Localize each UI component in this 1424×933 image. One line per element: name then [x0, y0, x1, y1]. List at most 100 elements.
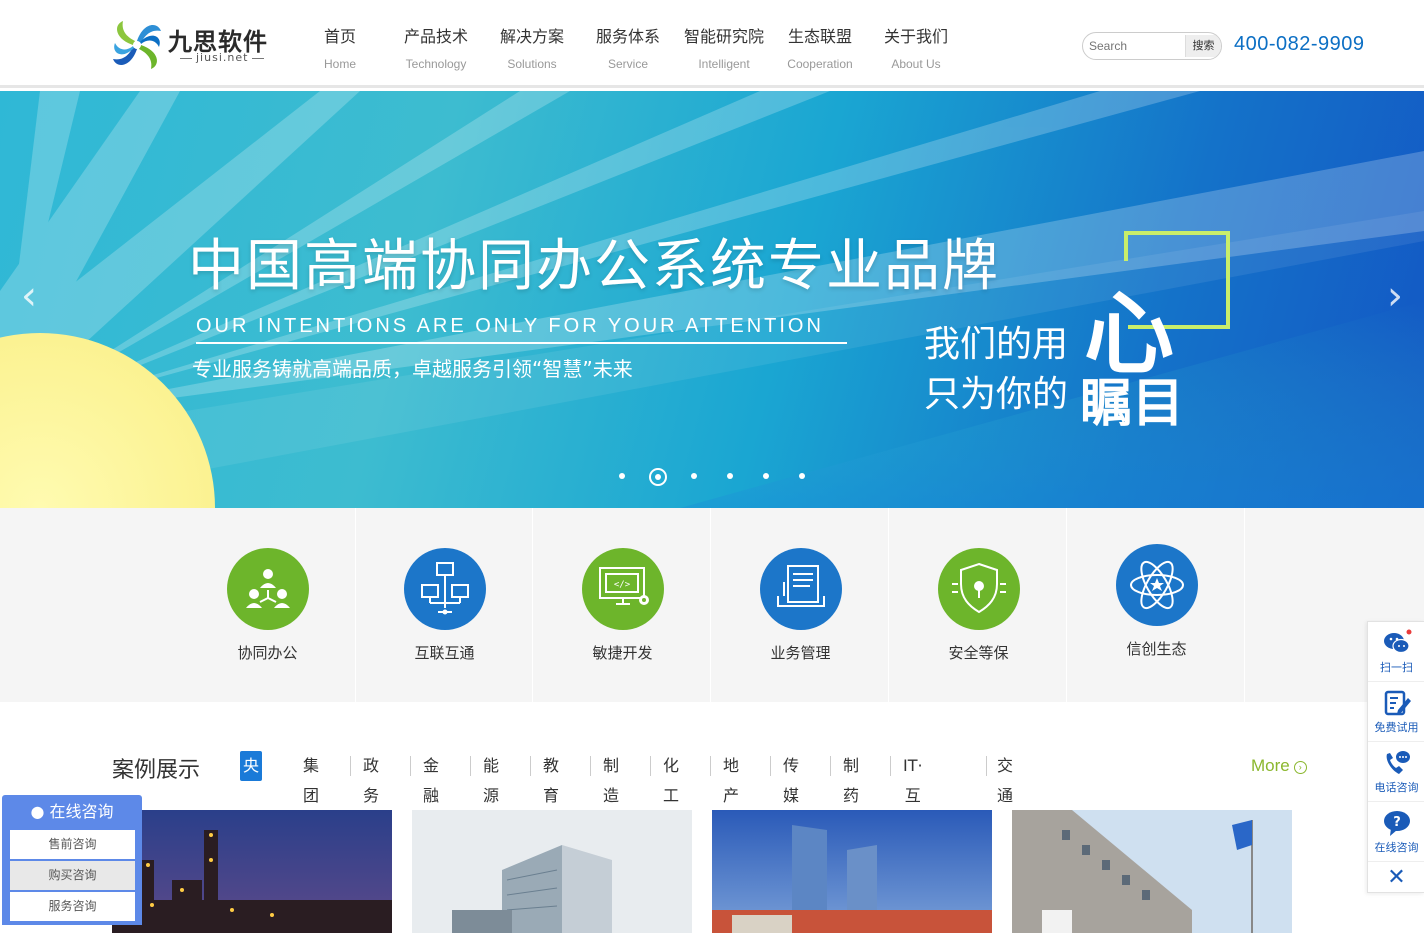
- feature-label: 敏捷开发: [592, 644, 653, 662]
- consult-service[interactable]: 服务咨询: [10, 892, 135, 921]
- banner-slogan-line2: 只为你的: [924, 374, 1069, 415]
- nav-item-service[interactable]: 服务体系 Service: [580, 22, 676, 76]
- tab-separator: [650, 756, 651, 776]
- nav-item-solutions[interactable]: 解决方案 Solutions: [484, 22, 580, 76]
- search-input[interactable]: [1083, 33, 1185, 59]
- consult-header[interactable]: ● 在线咨询: [2, 795, 142, 829]
- case-image-office-building[interactable]: [412, 810, 692, 933]
- tab-chemical[interactable]: 化工: [660, 751, 682, 805]
- tab-education[interactable]: 教育: [540, 751, 562, 805]
- tab-separator: [830, 756, 831, 776]
- svg-text:?: ?: [1393, 815, 1401, 830]
- nav-label-en: Solutions: [507, 57, 557, 71]
- tab-pharma[interactable]: 制药: [840, 751, 862, 805]
- feature-agile-dev[interactable]: </> 敏捷开发: [534, 508, 711, 702]
- float-label: 在线咨询: [1374, 841, 1419, 854]
- feature-label: 安全等保: [948, 644, 1009, 662]
- nav-label-en: Intelligent: [698, 57, 750, 71]
- nav-item-intelligent[interactable]: 智能研究院 Intelligent: [676, 22, 772, 76]
- banner-headline: 中国高端协同办公系统专业品牌: [188, 234, 1000, 299]
- tab-it-internet[interactable]: IT·互联网: [900, 751, 926, 865]
- tab-media[interactable]: 传媒: [780, 751, 802, 805]
- search-button[interactable]: 搜索: [1185, 35, 1221, 57]
- svg-text:</>: </>: [614, 580, 631, 590]
- feature-xinchuang[interactable]: 信创生态: [1068, 508, 1245, 702]
- slide-dot-3[interactable]: [691, 473, 697, 479]
- nav-label-cn: 服务体系: [595, 27, 660, 46]
- hotline-number: 400-082-9909: [1234, 33, 1365, 55]
- float-free-trial[interactable]: 免费试用: [1368, 682, 1424, 742]
- tab-transport[interactable]: 交通: [994, 751, 1016, 805]
- search-box: 搜索: [1082, 32, 1222, 60]
- close-icon[interactable]: ✕: [1368, 862, 1424, 894]
- tab-central-enterprise[interactable]: 央企: [240, 751, 263, 805]
- tab-separator: [890, 756, 891, 776]
- case-image-towers[interactable]: [712, 810, 992, 933]
- consult-presales[interactable]: 售前咨询: [10, 830, 135, 859]
- site-logo[interactable]: 九思软件 jiusi.net: [110, 16, 280, 76]
- banner-pagination: [612, 465, 812, 489]
- slide-dot-1[interactable]: [619, 473, 625, 479]
- float-label: 电话咨询: [1374, 781, 1419, 794]
- nav-label-en: Home: [323, 57, 356, 71]
- banner-divider: [196, 342, 847, 344]
- people-network-icon: [227, 548, 309, 630]
- more-label: More: [1251, 756, 1290, 775]
- shield-icon: [938, 548, 1020, 630]
- slide-dot-2[interactable]: [649, 468, 667, 486]
- slide-dot-6[interactable]: [799, 473, 805, 479]
- banner-subtitle: 专业服务铸就高端品质，卓越服务引领“智慧”未来: [192, 357, 633, 381]
- feature-business-mgmt[interactable]: 业务管理: [712, 508, 889, 702]
- cases-more-link[interactable]: More ›: [1251, 756, 1307, 776]
- tab-separator: [350, 756, 351, 776]
- feature-interconnect[interactable]: 互联互通: [356, 508, 533, 702]
- float-scan[interactable]: 扫一扫: [1368, 622, 1424, 682]
- case-image-government-hall[interactable]: [1012, 810, 1292, 933]
- tab-separator: [986, 756, 987, 776]
- cases-section-title: 案例展示: [112, 758, 201, 783]
- float-online-consult[interactable]: ? 在线咨询: [1368, 802, 1424, 862]
- nav-label-cn: 关于我们: [883, 27, 948, 46]
- tab-separator: [410, 756, 411, 776]
- feature-label: 业务管理: [770, 644, 831, 662]
- nav-label-cn: 解决方案: [499, 27, 564, 46]
- banner-slogan-line1: 我们的用: [924, 324, 1069, 365]
- question-bubble-icon: ?: [1384, 811, 1410, 836]
- right-float-toolbar: 扫一扫 免费试用 电话咨询 ? 在线咨询 ✕: [1367, 621, 1424, 893]
- banner-next-arrow-icon[interactable]: ›: [1380, 276, 1410, 316]
- hero-banner: 中国高端协同办公系统专业品牌 OUR INTENTIONS ARE ONLY F…: [0, 91, 1424, 508]
- code-monitor-icon: </>: [582, 548, 664, 630]
- float-phone[interactable]: 电话咨询: [1368, 742, 1424, 802]
- tab-separator: [590, 756, 591, 776]
- site-header: 九思软件 jiusi.net 首页 Home 产品技术 Technology 解…: [0, 0, 1424, 88]
- nav-item-cooperation[interactable]: 生态联盟 Cooperation: [772, 22, 868, 76]
- nav-item-about[interactable]: 关于我们 About Us: [868, 22, 964, 76]
- document-tray-icon: [760, 548, 842, 630]
- consult-title: 在线咨询: [49, 802, 114, 821]
- float-label: 免费试用: [1374, 721, 1419, 734]
- banner-prev-arrow-icon[interactable]: ‹: [14, 276, 44, 316]
- nav-item-technology[interactable]: 产品技术 Technology: [388, 22, 484, 76]
- phone-chat-icon: [1386, 751, 1410, 774]
- nav-item-home[interactable]: 首页 Home: [292, 22, 388, 76]
- tab-real-estate[interactable]: 地产: [720, 751, 742, 805]
- case-image-power-plant[interactable]: [112, 810, 392, 933]
- tab-energy[interactable]: 能源: [480, 751, 502, 805]
- nav-label-en: Cooperation: [787, 57, 853, 71]
- tab-manufacturing[interactable]: 制造: [600, 751, 622, 805]
- slide-dot-4[interactable]: [727, 473, 733, 479]
- chat-bubble-icon: ●: [30, 802, 50, 821]
- nav-label-en: Technology: [405, 57, 467, 71]
- feature-security[interactable]: 安全等保: [890, 508, 1067, 702]
- tab-government[interactable]: 政务: [360, 751, 382, 805]
- feature-label: 互联互通: [414, 644, 475, 662]
- tab-finance[interactable]: 金融: [420, 751, 442, 805]
- consult-purchase[interactable]: 购买咨询: [10, 861, 135, 890]
- feature-collaboration[interactable]: 协同办公: [179, 508, 356, 702]
- nav-label-en: Service: [607, 57, 648, 71]
- logo-domain: jiusi.net: [176, 51, 268, 64]
- nav-label-en: About Us: [891, 57, 941, 71]
- wechat-icon: [1384, 629, 1412, 654]
- slide-dot-5[interactable]: [763, 473, 769, 479]
- tab-group[interactable]: 集团: [300, 751, 322, 805]
